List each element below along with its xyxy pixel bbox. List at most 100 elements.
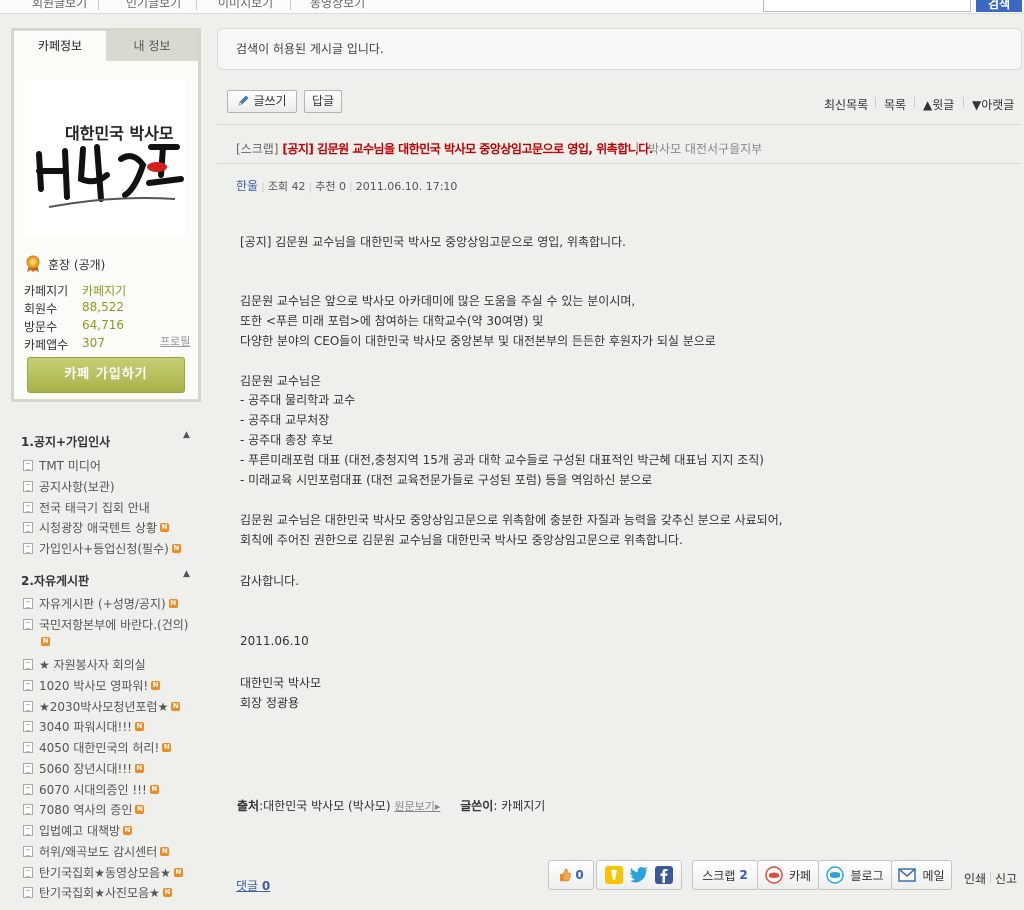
menu-item[interactable]: 허위/왜곡보도 감시센터 N — [23, 843, 170, 860]
scrap-button[interactable]: 스크랩 2 — [692, 860, 758, 890]
new-badge-icon: N — [149, 785, 159, 794]
facebook-icon[interactable] — [655, 866, 673, 884]
menu-item-label: 허위/왜곡보도 감시센터 — [39, 845, 158, 859]
source-cafe-link[interactable]: 박사모 대전서구을지부 — [648, 140, 762, 157]
collapse-arrow-icon[interactable]: ▲ — [183, 430, 190, 440]
menu-item[interactable]: 시청광장 애국텐트 상황 N — [23, 519, 170, 536]
new-badge-icon: N — [171, 544, 181, 553]
nav-image-posts[interactable]: 이미지보기 — [218, 0, 273, 11]
nav-video-posts[interactable]: 동영상보기 — [310, 0, 365, 11]
document-icon — [23, 867, 33, 878]
menu-item[interactable]: 5060 장년시대!!! N — [23, 760, 144, 777]
post-title: [스크랩] [공지] 김문원 교수님을 대한민국 박사모 중앙상임고문으로 영입… — [236, 140, 762, 157]
logo-red-mark — [147, 162, 167, 172]
tab-my-info[interactable]: 내 정보 — [106, 31, 198, 61]
menu-item[interactable]: 국민저항본부에 바란다.(건의) — [23, 616, 188, 633]
menu-item-label: ★ 자원봉사자 회의실 — [39, 658, 146, 672]
cafe-info-box: 카페정보 내 정보 대한민국 박사모 훈장 (공개) 카페지기 카페지기 회원수… — [11, 28, 201, 402]
nav-separator — [290, 0, 291, 10]
document-icon — [23, 804, 33, 815]
menu-item[interactable]: 3040 파워시대!!! N — [23, 718, 144, 735]
author-link[interactable]: 한울 — [236, 179, 258, 193]
body-line: - 푸른미래포럼 대표 (대전,충청지역 15개 공과 대학 교수들로 구성된 … — [240, 453, 764, 467]
reply-button[interactable]: 답글 — [304, 90, 342, 113]
post-source: 출처:대한민국 박사모 (박사모) 원문보기▸ 글쓴이: 카페지기 — [237, 797, 545, 814]
menu-item[interactable]: TMT 미디어 — [23, 457, 101, 474]
search-input[interactable] — [763, 0, 971, 12]
body-line: 2011.06.10 — [240, 634, 309, 648]
menu-item[interactable]: ★2030박사모청년포럼★ N — [23, 698, 181, 715]
document-icon — [23, 846, 33, 857]
like-button[interactable]: 0 — [548, 860, 594, 890]
medal-icon — [26, 255, 40, 272]
menu-item-label: 7080 역사의 증인 — [39, 803, 133, 817]
blog-icon — [826, 866, 845, 884]
menu-section-free-board[interactable]: 2.자유게시판 — [21, 572, 89, 589]
twitter-icon[interactable] — [629, 866, 649, 884]
list-link[interactable]: 목록 — [884, 96, 906, 113]
link-separator — [990, 872, 991, 883]
menu-item[interactable]: 입법예고 대책방 N — [23, 822, 133, 839]
profile-link[interactable]: 프로필 — [160, 333, 190, 349]
new-badge-icon: N — [162, 743, 172, 752]
share-to-blog-button[interactable]: 블로그 — [818, 860, 892, 890]
menu-item[interactable]: 1020 박사모 영파워! N — [23, 677, 161, 694]
menu-item-label: 공지사항(보관) — [39, 480, 115, 494]
yozm-icon[interactable] — [605, 866, 623, 884]
latest-list-link[interactable]: 최신목록 — [824, 96, 868, 113]
recommend-count: 추천 0 — [315, 180, 347, 193]
cafe-owner-link[interactable]: 카페지기 — [82, 282, 126, 299]
title-separator — [636, 141, 637, 152]
join-cafe-button[interactable]: 카페 가입하기 — [27, 357, 185, 393]
mail-icon — [898, 868, 917, 882]
stat-members: 회원수 88,522 — [24, 300, 124, 317]
print-link[interactable]: 인쇄 — [964, 870, 986, 887]
menu-item-label: 3040 파워시대!!! — [39, 720, 132, 734]
writer-label: 글쓴이 — [460, 799, 494, 813]
menu-item-label: 가입인사+등업신청(필수) — [39, 542, 169, 556]
document-icon — [23, 887, 33, 898]
menu-item[interactable]: 4050 대한민국의 허리! N — [23, 739, 172, 756]
menu-item[interactable]: 7080 역사의 증인 N — [23, 801, 145, 818]
collapse-arrow-icon[interactable]: ▲ — [183, 569, 190, 579]
new-badge-icon: N — [151, 681, 161, 690]
menu-item[interactable]: 6070 시대의증인 !!! N — [23, 781, 159, 798]
report-link[interactable]: 신고 — [995, 870, 1017, 887]
write-button[interactable]: 글쓰기 — [227, 90, 297, 113]
document-icon — [23, 701, 33, 712]
body-line: 김문원 교수님은 대한민국 박사모 중앙상임고문으로 위촉함에 충분한 자질과 … — [240, 513, 783, 527]
nav-member-posts[interactable]: 회원글보기 — [32, 0, 87, 11]
menu-item[interactable]: 탄기국집회★사진모음★ N — [23, 884, 172, 901]
menu-item-label: 5060 장년시대!!! — [39, 762, 132, 776]
comments-link[interactable]: 댓글 0 — [236, 877, 270, 894]
document-icon — [23, 784, 33, 795]
menu-item-label: 입법예고 대책방 — [39, 824, 121, 838]
share-by-mail-button[interactable]: 메일 — [891, 860, 952, 890]
menu-section-notice[interactable]: 1.공지+가입인사 — [21, 433, 110, 450]
cafe-logo[interactable]: 대한민국 박사모 — [25, 79, 185, 237]
body-line: 김문원 교수님은 앞으로 박사모 아카데미에 많은 도움을 주실 수 있는 분이… — [240, 294, 636, 308]
new-badge-icon: N — [168, 599, 178, 608]
menu-item-label: 4050 대한민국의 허리! — [39, 741, 160, 755]
next-post-link[interactable]: ▼아랫글 — [972, 96, 1014, 113]
new-badge-icon: N — [162, 888, 172, 897]
menu-item[interactable]: 가입인사+등업신청(필수) N — [23, 540, 181, 557]
menu-item[interactable]: 탄기국집회★동영상모음★ N — [23, 864, 183, 881]
menu-item[interactable]: ★ 자원봉사자 회의실 — [23, 656, 146, 673]
body-line: 다양한 분야의 CEO들이 대한민국 박사모 중앙본부 및 대전본부의 든든한 … — [240, 334, 716, 348]
nav-popular-posts[interactable]: 인기글보기 — [126, 0, 181, 11]
menu-item[interactable]: 전국 태극기 집회 안내 — [23, 499, 150, 516]
prev-post-link[interactable]: ▲윗글 — [923, 96, 954, 113]
body-line: 감사합니다. — [240, 574, 300, 588]
tab-cafe-info[interactable]: 카페정보 — [14, 31, 106, 61]
share-to-cafe-button[interactable]: 카페 — [757, 860, 819, 890]
nav-separator — [196, 0, 197, 10]
search-button[interactable]: 검색 — [976, 0, 1022, 12]
menu-item-label: 1020 박사모 영파워! — [39, 679, 149, 693]
divider — [217, 163, 1022, 164]
stat-label: 방문수 — [24, 320, 58, 334]
view-original-link[interactable]: 원문보기▸ — [394, 800, 440, 813]
menu-item[interactable]: 자유게시판 (+성명/공지) N — [23, 595, 178, 612]
menu-item[interactable]: 공지사항(보관) — [23, 478, 115, 495]
new-badge-icon: N — [41, 637, 50, 646]
